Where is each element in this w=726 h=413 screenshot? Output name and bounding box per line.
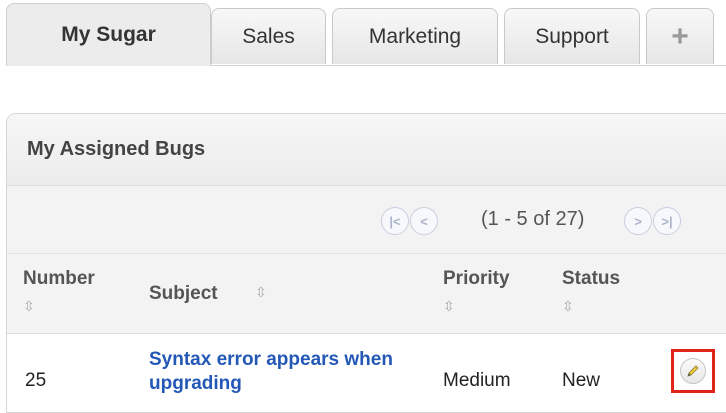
- column-subject[interactable]: Subject: [149, 283, 218, 305]
- tab-my-sugar[interactable]: My Sugar: [6, 3, 211, 66]
- table-header: Number ⇳ Subject ⇳ Priority ⇳ Status ⇳: [7, 254, 726, 334]
- last-page-icon[interactable]: >|: [653, 207, 681, 235]
- column-priority[interactable]: Priority: [443, 268, 510, 290]
- prev-page-icon[interactable]: <: [410, 207, 438, 235]
- bug-priority: Medium: [443, 370, 511, 391]
- add-tab-button[interactable]: +: [646, 8, 714, 64]
- tab-sales[interactable]: Sales: [211, 8, 326, 64]
- sort-icon[interactable]: ⇳: [255, 284, 267, 301]
- sort-icon[interactable]: ⇳: [443, 298, 455, 315]
- bug-status: New: [562, 370, 601, 391]
- pencil-icon: [687, 365, 699, 377]
- next-page-icon[interactable]: >: [624, 207, 652, 235]
- tab-support[interactable]: Support: [504, 8, 640, 64]
- column-status[interactable]: Status: [562, 268, 620, 290]
- dashlet-my-assigned-bugs: My Assigned Bugs |< < (1 - 5 of 27) > >|…: [6, 113, 726, 413]
- dashlet-title: My Assigned Bugs: [7, 114, 726, 186]
- edit-highlight-box: [671, 349, 715, 393]
- sort-icon[interactable]: ⇳: [23, 298, 35, 315]
- column-number[interactable]: Number: [23, 268, 95, 290]
- tab-divider: [211, 65, 726, 66]
- pagination-bar: |< < (1 - 5 of 27) > >|: [7, 186, 726, 254]
- tab-bar: My Sugar Sales Marketing Support +: [0, 0, 726, 66]
- edit-button[interactable]: [680, 358, 706, 384]
- tab-marketing[interactable]: Marketing: [332, 8, 498, 64]
- first-page-icon[interactable]: |<: [381, 207, 409, 235]
- bug-subject-link[interactable]: Syntax error appears when upgrading: [149, 348, 399, 396]
- bug-number: 25: [25, 370, 47, 391]
- pagination-range: (1 - 5 of 27): [481, 208, 585, 230]
- sort-icon[interactable]: ⇳: [562, 298, 574, 315]
- table-row: 25 Syntax error appears when upgrading M…: [7, 334, 726, 412]
